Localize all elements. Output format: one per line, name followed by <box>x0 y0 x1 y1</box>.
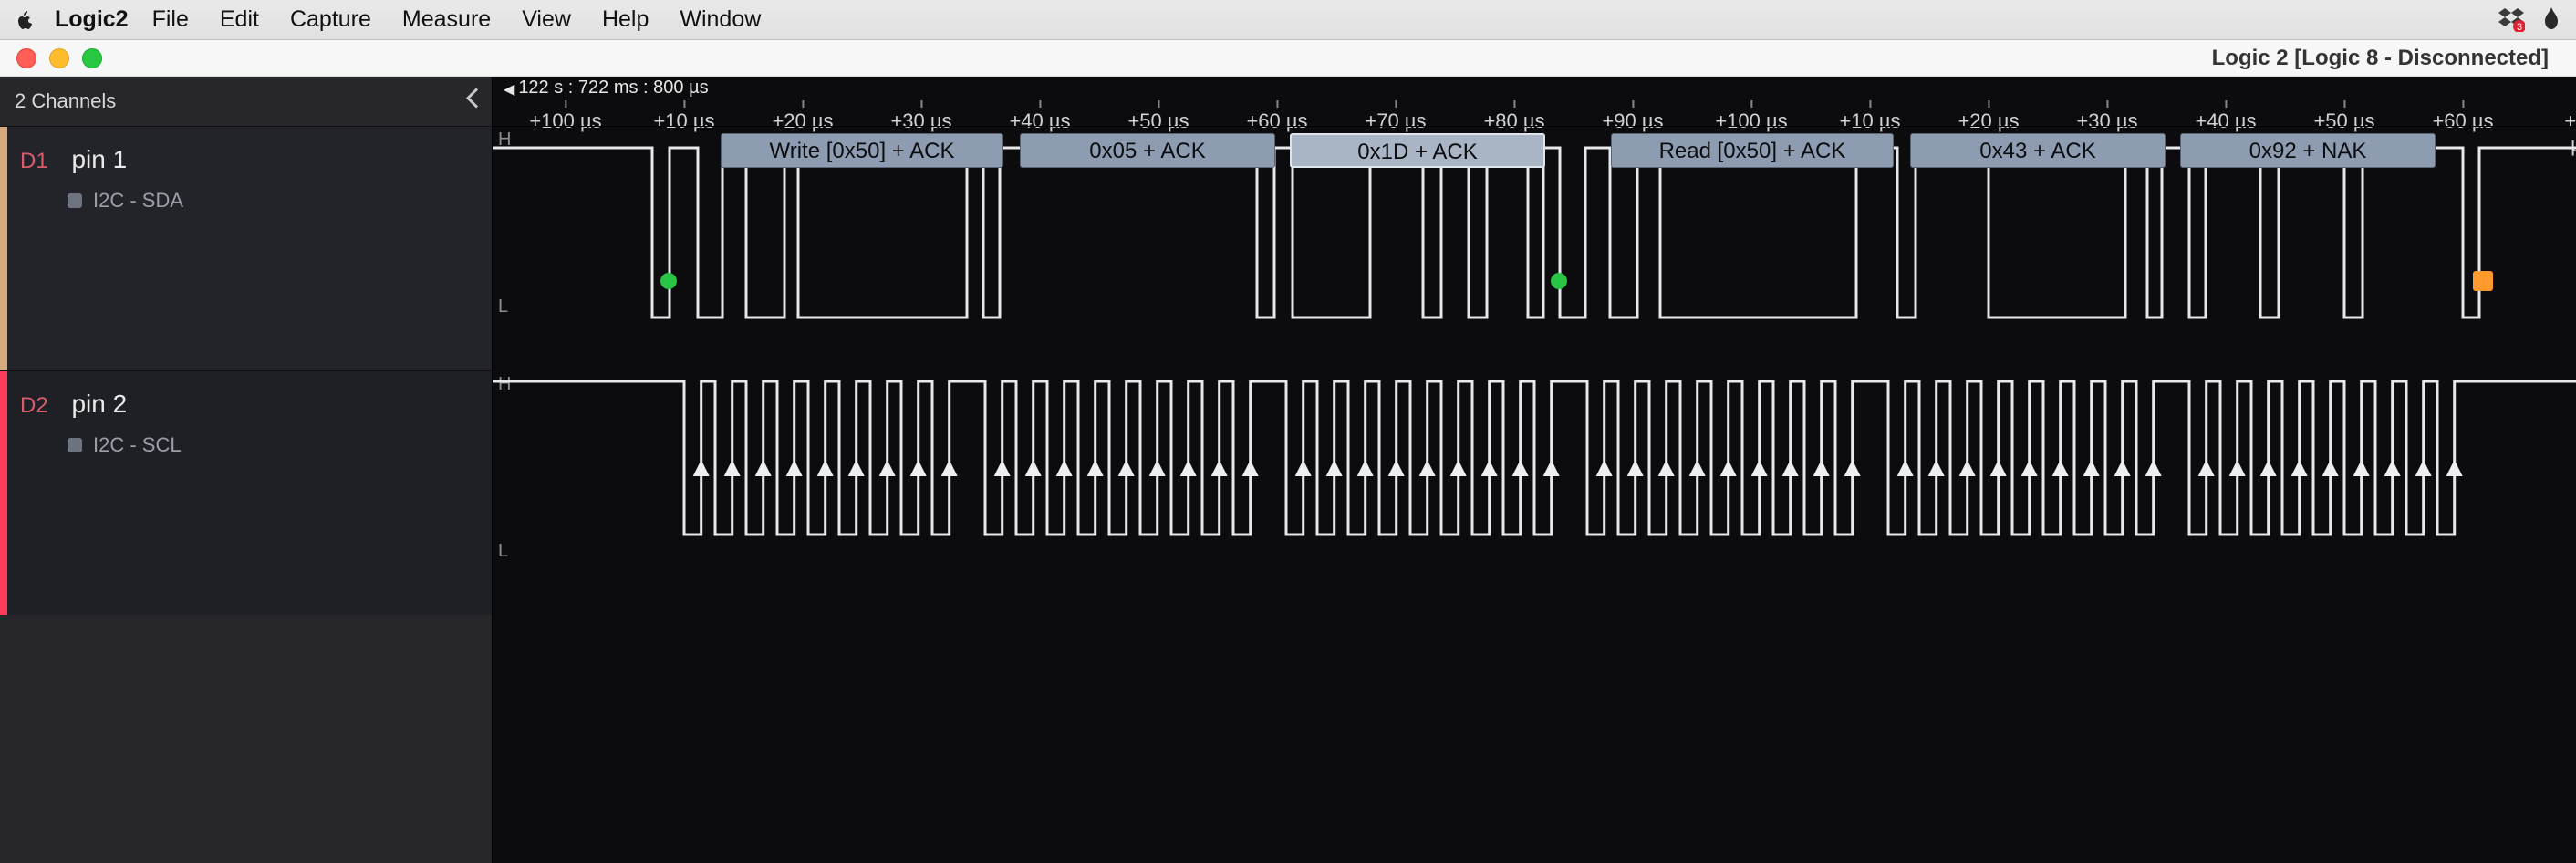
protocol-bubble[interactable]: Write [0x50] + ACK <box>721 133 1003 168</box>
stop-marker-icon[interactable] <box>2473 271 2493 291</box>
workspace: 2 Channels D1 pin 1 I2C - SDA D2 pin 2 I… <box>0 77 2576 863</box>
protocol-bubble[interactable]: 0x1D + ACK <box>1290 133 1545 168</box>
window-minimize-button[interactable] <box>49 48 69 68</box>
start-marker-icon[interactable] <box>1551 273 1567 289</box>
menu-measure[interactable]: Measure <box>402 6 491 33</box>
start-marker-icon[interactable] <box>660 273 677 289</box>
analyzer-color-swatch <box>68 193 82 208</box>
window-controls <box>0 48 102 68</box>
channel-analyzer-tag[interactable]: I2C - SDA <box>68 189 472 213</box>
analyzer-label: I2C - SCL <box>93 433 182 457</box>
window-zoom-button[interactable] <box>82 48 102 68</box>
menu-capture[interactable]: Capture <box>290 6 371 33</box>
macos-menubar: Logic2 File Edit Capture Measure View He… <box>0 0 2576 40</box>
menu-window[interactable]: Window <box>680 6 761 33</box>
apple-menu-icon[interactable] <box>15 10 35 30</box>
protocol-bubble[interactable]: 0x92 + NAK <box>2180 133 2436 168</box>
waveform-panel[interactable]: ◀ 122 s : 722 ms : 800 µs +100 µs+10 µs+… <box>493 77 2576 863</box>
channel-id: D2 <box>20 393 68 419</box>
channels-sidebar: 2 Channels D1 pin 1 I2C - SDA D2 pin 2 I… <box>0 77 493 863</box>
protocol-bubble[interactable]: 0x05 + ACK <box>1020 133 1275 168</box>
time-ruler[interactable]: ◀ 122 s : 722 ms : 800 µs +100 µs+10 µs+… <box>493 77 2576 126</box>
ruler-base-time-text: 122 s : 722 ms : 800 µs <box>518 78 708 99</box>
channel-name: pin 1 <box>71 145 127 173</box>
sidebar-header: 2 Channels <box>0 77 492 126</box>
window-close-button[interactable] <box>16 48 36 68</box>
analyzer-label: I2C - SDA <box>93 189 183 213</box>
channel-id: D1 <box>20 149 68 174</box>
channel-row-d1[interactable]: D1 pin 1 I2C - SDA <box>0 126 492 370</box>
ruler-caret-icon: ◀ <box>504 78 514 99</box>
channel-row-d2[interactable]: D2 pin 2 I2C - SCL <box>0 370 492 615</box>
waveform-lane-scl[interactable]: H L <box>493 370 2576 615</box>
ruler-base-time: ◀ 122 s : 722 ms : 800 µs <box>504 78 709 99</box>
app-titlebar: Logic 2 [Logic 8 - Disconnected] <box>0 40 2576 77</box>
svg-text:3: 3 <box>2517 22 2522 32</box>
channel-name: pin 2 <box>71 390 127 418</box>
menu-view[interactable]: View <box>522 6 571 33</box>
menubar-app-name[interactable]: Logic2 <box>55 6 129 33</box>
channel-analyzer-tag[interactable]: I2C - SCL <box>68 433 472 457</box>
protocol-bubble[interactable]: 0x43 + ACK <box>1910 133 2166 168</box>
protocol-bubble[interactable]: Read [0x50] + ACK <box>1611 133 1894 168</box>
analyzer-color-swatch <box>68 438 82 452</box>
backblaze-tray-icon[interactable] <box>2541 7 2561 33</box>
menu-edit[interactable]: Edit <box>220 6 259 33</box>
collapse-sidebar-icon[interactable] <box>464 86 483 118</box>
window-title: Logic 2 [Logic 8 - Disconnected] <box>2212 40 2549 77</box>
menu-file[interactable]: File <box>152 6 189 33</box>
dropbox-tray-icon[interactable]: 3 <box>2498 8 2525 32</box>
channel-count-label: 2 Channels <box>15 89 116 113</box>
menu-help[interactable]: Help <box>602 6 649 33</box>
